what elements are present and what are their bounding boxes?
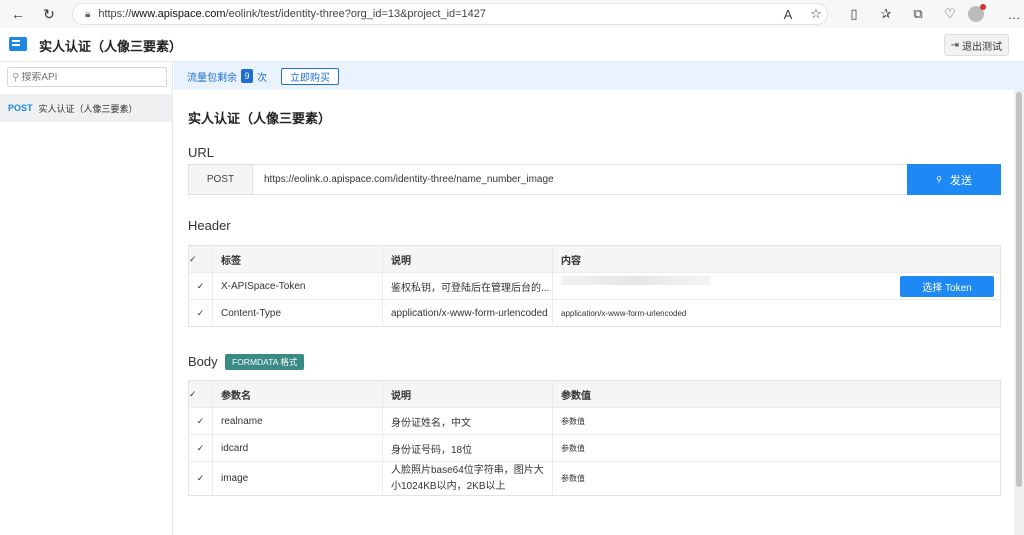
param-desc: 身份证姓名，中文 (382, 407, 553, 435)
param-name: realname (212, 407, 383, 435)
table-header-row: ✓ 参数名 说明 参数值 (188, 380, 1001, 408)
main-content: 实人认证（人像三要素） URL POST https://eolink.o.ap… (174, 90, 1014, 535)
row-checkbox[interactable]: ✓ (188, 434, 213, 462)
header-desc: application/x-www-form-urlencoded (382, 299, 553, 327)
exit-test-label: 退出测试 (962, 41, 1002, 53)
token-value-cell[interactable]: 选择 Token (552, 272, 1001, 300)
scrollbar[interactable] (1014, 90, 1024, 535)
app-header: 实人认证（人像三要素） ⇥ 退出测试 (0, 28, 1024, 62)
search-box[interactable]: ⚲ (7, 67, 167, 87)
select-all-checkbox[interactable]: ✓ (188, 245, 213, 273)
search-icon: ⚲ (12, 71, 20, 83)
health-icon[interactable]: ♡ (940, 4, 960, 24)
table-row: ✓ realname 身份证姓名，中文 参数值 (188, 407, 1001, 435)
header-section-title: Header (188, 218, 231, 233)
table-row: ✓ idcard 身份证号码，18位 参数值 (188, 434, 1001, 462)
param-name: idcard (212, 434, 383, 462)
address-bar[interactable]: 🔒︎ https://www.apispace.com/eolink/test/… (72, 3, 828, 25)
sidebar-item-label: 实人认证（人像三要素） (38, 103, 138, 114)
param-desc: 身份证号码，18位 (382, 434, 553, 462)
search-input[interactable] (21, 71, 157, 83)
row-checkbox[interactable]: ✓ (188, 272, 213, 300)
apispace-logo-icon (9, 37, 27, 51)
sidebar-item-identity-three[interactable]: POST 实人认证（人像三要素） (0, 94, 173, 122)
param-value-input[interactable]: 参数值 (552, 407, 1001, 435)
collections-icon[interactable]: ⧉ (908, 4, 928, 24)
table-header-row: ✓ 标签 说明 内容 (188, 245, 1001, 273)
url-prefix: https:// (98, 8, 132, 20)
token-value-masked[interactable] (561, 276, 711, 286)
header-value[interactable]: application/x-www-form-urlencoded (552, 299, 1001, 327)
param-name: image (212, 461, 383, 496)
url-path: /eolink/test/identity-three?org_id=13&pr… (225, 8, 487, 20)
row-checkbox[interactable]: ✓ (188, 461, 213, 496)
quota-bar: 流量包剩余 9 次 立即购买 (174, 62, 1024, 90)
buy-now-button[interactable]: 立即购买 (281, 67, 339, 85)
url-domain: www.apispace.com (131, 8, 226, 20)
param-value-input[interactable]: 参数值 (552, 434, 1001, 462)
back-icon[interactable]: ← (8, 4, 28, 24)
request-method: POST (189, 165, 253, 194)
select-all-checkbox[interactable]: ✓ (188, 380, 213, 408)
param-value-input[interactable]: 参数值 (552, 461, 1001, 496)
request-url: https://eolink.o.apispace.com/identity-t… (264, 174, 554, 185)
send-button[interactable]: ⚲ 发送 (907, 164, 1001, 195)
profile-avatar[interactable] (968, 4, 986, 22)
quota-prefix: 流量包剩余 (187, 72, 237, 84)
column-header: 参数值 (552, 380, 1001, 408)
quota-suffix: 次 (257, 72, 267, 84)
header-name: Content-Type (212, 299, 383, 327)
favorites-list-icon[interactable]: ✰ (876, 4, 896, 24)
column-header: 参数名 (212, 380, 383, 408)
lock-icon: 🔒︎ (85, 8, 91, 20)
body-section-title: Body (188, 354, 218, 369)
formdata-badge: FORMDATA 格式 (225, 354, 305, 370)
param-desc-line: 小1024KB以内，2KB以上 (391, 480, 506, 492)
column-header: 说明 (382, 380, 553, 408)
send-label: 发送 (949, 174, 972, 187)
quota-count: 9 (241, 69, 253, 83)
table-row: ✓ image 人脸照片base64位字符串，图片大 小1024KB以内，2KB… (188, 461, 1001, 496)
row-checkbox[interactable]: ✓ (188, 407, 213, 435)
split-screen-icon[interactable]: ▯ (844, 4, 864, 24)
param-desc: 人脸照片base64位字符串，图片大 小1024KB以内，2KB以上 (382, 461, 553, 496)
send-icon: ⚲ (936, 175, 942, 184)
exit-test-button[interactable]: ⇥ 退出测试 (943, 34, 1009, 56)
select-token-button[interactable]: 选择 Token (900, 275, 994, 297)
favorite-icon[interactable]: ☆ (806, 4, 826, 24)
sidebar-item-method: POST (8, 103, 33, 113)
sidebar: ⚲ POST 实人认证（人像三要素） (0, 62, 173, 535)
header-name: X-APISpace-Token (212, 272, 383, 300)
url-section-title: URL (188, 145, 215, 160)
header-table: ✓ 标签 说明 内容 ✓ X-APISpace-Token 鉴权私钥，可登陆后在… (188, 245, 1001, 327)
reload-icon[interactable]: ↻ (39, 4, 59, 24)
column-header: 内容 (552, 245, 1001, 273)
param-desc-line: 人脸照片base64位字符串，图片大 (391, 464, 544, 476)
column-header: 标签 (212, 245, 383, 273)
body-table: ✓ 参数名 说明 参数值 ✓ realname 身份证姓名，中文 参数值 ✓ i… (188, 380, 1001, 496)
table-row: ✓ Content-Type application/x-www-form-ur… (188, 299, 1001, 327)
row-checkbox[interactable]: ✓ (188, 299, 213, 327)
url-row: POST https://eolink.o.apispace.com/ident… (188, 164, 1001, 195)
page-title: 实人认证（人像三要素） (39, 39, 183, 54)
header-desc: 鉴权私钥，可登陆后在管理后台的... (382, 272, 553, 300)
more-icon[interactable]: … (1004, 4, 1024, 24)
column-header: 说明 (382, 245, 553, 273)
api-title: 实人认证（人像三要素） (188, 111, 332, 126)
table-row: ✓ X-APISpace-Token 鉴权私钥，可登陆后在管理后台的... 选择… (188, 272, 1001, 300)
scroll-thumb[interactable] (1016, 92, 1022, 487)
browser-toolbar: ← ↻ 🔒︎ https://www.apispace.com/eolink/t… (0, 0, 1024, 28)
read-aloud-icon[interactable]: A (778, 4, 798, 24)
exit-icon: ⇥ (950, 39, 959, 51)
